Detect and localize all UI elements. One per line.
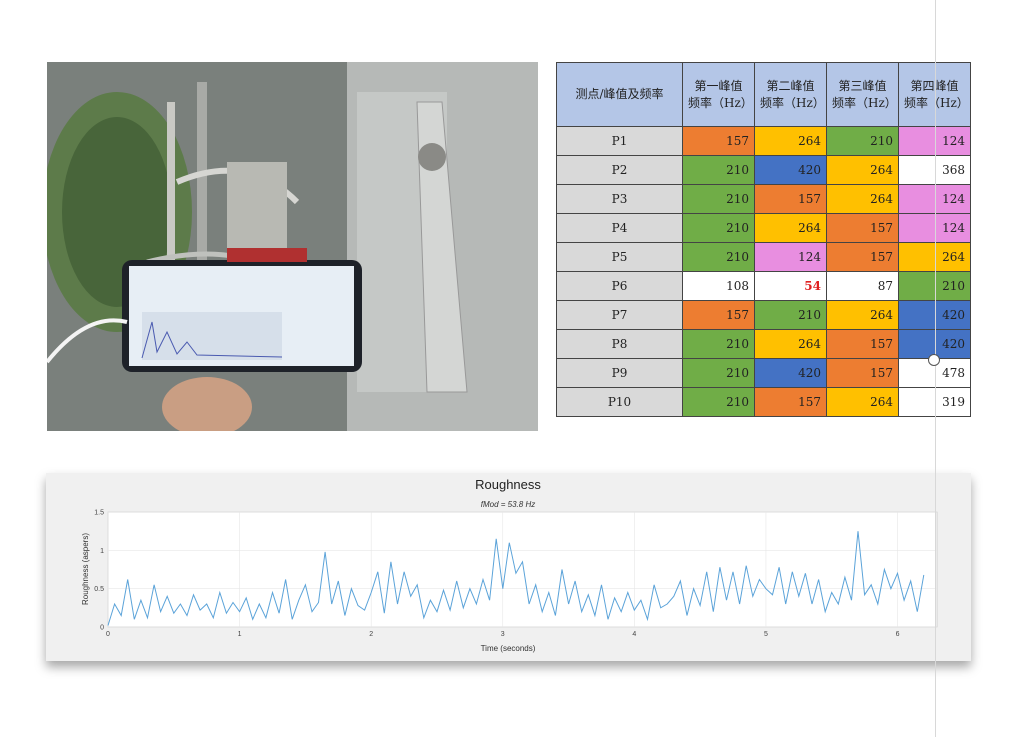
peak-frequency-cell: 420 bbox=[754, 155, 827, 185]
peak-frequency-cell: 210 bbox=[754, 300, 827, 330]
plot-area bbox=[107, 511, 938, 628]
x-tick-label: 4 bbox=[632, 631, 636, 638]
peak-frequency-cell: 210 bbox=[682, 213, 755, 243]
peak-frequency-cell: 124 bbox=[754, 242, 827, 272]
peak-frequency-table: 测点/峰值及频率 第一峰值 频率（Hz） 第二峰值 频率（Hz） 第三峰值 频率… bbox=[556, 62, 971, 417]
peak-frequency-cell: 108 bbox=[682, 271, 755, 301]
peak-frequency-cell: 264 bbox=[754, 213, 827, 243]
table-row: P9 210 420 157 478 bbox=[556, 358, 971, 388]
x-tick-label: 0 bbox=[106, 631, 110, 638]
x-tick-label: 1 bbox=[238, 631, 242, 638]
engine-test-photo bbox=[47, 62, 538, 431]
peak-frequency-cell: 157 bbox=[754, 387, 827, 417]
peak-frequency-cell: 264 bbox=[826, 155, 899, 185]
y-tick-label: 0 bbox=[100, 625, 104, 632]
peak-frequency-cell: 210 bbox=[682, 329, 755, 359]
peak-frequency-cell: 210 bbox=[682, 155, 755, 185]
table-row: P7 157 210 264 420 bbox=[556, 300, 971, 330]
point-label: P5 bbox=[556, 242, 683, 272]
x-tick-label: 2 bbox=[369, 631, 373, 638]
table-row: P8 210 264 157 420 bbox=[556, 329, 971, 359]
engine-photo-illustration bbox=[47, 62, 538, 431]
header-point: 测点/峰值及频率 bbox=[556, 62, 683, 127]
point-label: P1 bbox=[556, 126, 683, 156]
table-header-row: 测点/峰值及频率 第一峰值 频率（Hz） 第二峰值 频率（Hz） 第三峰值 频率… bbox=[556, 62, 971, 127]
peak-frequency-cell: 157 bbox=[682, 300, 755, 330]
y-tick-label: 1 bbox=[100, 548, 104, 555]
header-peak-3: 第三峰值 频率（Hz） bbox=[826, 62, 899, 127]
peak-frequency-cell: 157 bbox=[826, 242, 899, 272]
table-row: P6 108 54 87 210 bbox=[556, 271, 971, 301]
peak-frequency-cell: 264 bbox=[826, 387, 899, 417]
peak-frequency-cell: 264 bbox=[826, 184, 899, 214]
peak-frequency-cell: 210 bbox=[826, 126, 899, 156]
peak-frequency-cell: 264 bbox=[754, 126, 827, 156]
point-label: P3 bbox=[556, 184, 683, 214]
table-row: P1 157 264 210 124 bbox=[556, 126, 971, 156]
point-label: P8 bbox=[556, 329, 683, 359]
roughness-chart: Roughness fMod = 53.8 Hz 0 1 2 3 4 5 6 0 0.5 1 1.5… bbox=[46, 473, 971, 661]
peak-frequency-cell: 157 bbox=[754, 184, 827, 214]
peak-frequency-cell: 87 bbox=[826, 271, 899, 301]
x-tick-label: 5 bbox=[764, 631, 768, 638]
y-tick-label: 1.5 bbox=[94, 510, 104, 517]
peak-frequency-cell: 54 bbox=[754, 271, 827, 301]
header-peak-2: 第二峰值 频率（Hz） bbox=[754, 62, 827, 127]
table-row: P4 210 264 157 124 bbox=[556, 213, 971, 243]
peak-frequency-cell: 157 bbox=[826, 329, 899, 359]
peak-frequency-cell: 210 bbox=[682, 184, 755, 214]
point-label: P9 bbox=[556, 358, 683, 388]
mouse-cursor-icon bbox=[928, 354, 940, 366]
point-label: P2 bbox=[556, 155, 683, 185]
point-label: P10 bbox=[556, 387, 683, 417]
peak-frequency-cell: 157 bbox=[682, 126, 755, 156]
roughness-chart-svg: Roughness fMod = 53.8 Hz 0 1 2 3 4 5 6 0 0.5 1 1.5… bbox=[81, 477, 938, 653]
point-label: P7 bbox=[556, 300, 683, 330]
peak-frequency-cell: 264 bbox=[754, 329, 827, 359]
peak-frequency-cell: 264 bbox=[826, 300, 899, 330]
peak-frequency-cell: 157 bbox=[826, 213, 899, 243]
peak-frequency-cell: 157 bbox=[826, 358, 899, 388]
peak-frequency-cell: 210 bbox=[682, 387, 755, 417]
x-tick-label: 3 bbox=[501, 631, 505, 638]
x-tick-label: 6 bbox=[896, 631, 900, 638]
peak-frequency-cell: 420 bbox=[754, 358, 827, 388]
peak-frequency-cell: 210 bbox=[682, 242, 755, 272]
header-peak-1: 第一峰值 频率（Hz） bbox=[682, 62, 755, 127]
point-label: P6 bbox=[556, 271, 683, 301]
table-row: P3 210 157 264 124 bbox=[556, 184, 971, 214]
x-axis-label: Time (seconds) bbox=[481, 644, 536, 653]
vertical-guide-line bbox=[935, 0, 936, 737]
y-axis-label: Roughness (aspers) bbox=[81, 533, 90, 605]
y-tick-label: 0.5 bbox=[94, 586, 104, 593]
point-label: P4 bbox=[556, 213, 683, 243]
chart-subtitle: fMod = 53.8 Hz bbox=[481, 500, 535, 509]
chart-title: Roughness bbox=[475, 477, 541, 492]
table-row: P2 210 420 264 368 bbox=[556, 155, 971, 185]
table-row: P10 210 157 264 319 bbox=[556, 387, 971, 417]
table-row: P5 210 124 157 264 bbox=[556, 242, 971, 272]
peak-frequency-cell: 210 bbox=[682, 358, 755, 388]
